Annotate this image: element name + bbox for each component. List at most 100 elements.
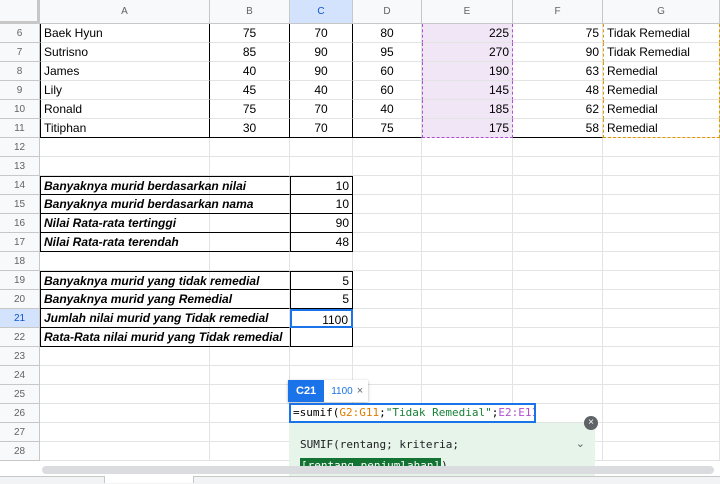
row-header-11[interactable]: 11 (0, 119, 40, 138)
remedial-status-cell[interactable]: Tidak Remedial (603, 43, 720, 62)
row-header-28[interactable]: 28 (0, 442, 40, 461)
grid-cell[interactable] (513, 195, 603, 214)
grid-cell[interactable] (422, 252, 513, 271)
horizontal-scrollbar[interactable] (42, 466, 714, 474)
summary-label-cell[interactable]: Banyaknya murid yang Remedial (40, 290, 290, 309)
summary-label-cell[interactable]: Jumlah nilai murid yang Tidak remedial (40, 309, 290, 328)
score-cell[interactable]: 70 (290, 119, 353, 138)
remedial-status-cell[interactable]: Remedial (603, 100, 720, 119)
average-score-cell[interactable]: 48 (513, 81, 603, 100)
row-header-9[interactable]: 9 (0, 81, 40, 100)
grid-cell[interactable] (353, 309, 422, 328)
column-header-d[interactable]: D (353, 0, 422, 24)
grid-cell[interactable] (603, 271, 720, 290)
grid-cell[interactable] (513, 157, 603, 176)
grid-cell[interactable] (40, 347, 210, 366)
grid-cell[interactable] (353, 195, 422, 214)
grid-cell[interactable] (210, 442, 290, 461)
average-score-cell[interactable]: 62 (513, 100, 603, 119)
column-header-g[interactable]: G (603, 0, 720, 24)
total-score-cell[interactable]: 190 (422, 62, 513, 81)
grid-cell[interactable] (40, 442, 210, 461)
row-header-19[interactable]: 19 (0, 271, 40, 290)
grid-cell[interactable] (353, 290, 422, 309)
summary-value-cell[interactable]: 10 (290, 195, 353, 214)
column-header-e[interactable]: E (422, 0, 513, 24)
row-header-7[interactable]: 7 (0, 43, 40, 62)
score-cell[interactable]: 60 (353, 81, 422, 100)
remedial-status-cell[interactable]: Remedial (603, 119, 720, 138)
score-cell[interactable]: 60 (353, 62, 422, 81)
grid-cell[interactable] (422, 138, 513, 157)
grid-cell[interactable] (40, 423, 210, 442)
summary-value-cell[interactable]: 48 (290, 233, 353, 252)
score-cell[interactable]: 75 (210, 100, 290, 119)
sheet-tab[interactable] (104, 476, 194, 483)
summary-value-cell[interactable]: 10 (290, 176, 353, 195)
summary-value-cell[interactable]: 90 (290, 214, 353, 233)
grid-cell[interactable] (210, 404, 290, 423)
column-header-f[interactable]: F (513, 0, 603, 24)
grid-cell[interactable] (603, 252, 720, 271)
grid-cell[interactable] (603, 385, 720, 404)
score-cell[interactable]: 45 (210, 81, 290, 100)
grid-cell[interactable] (210, 252, 290, 271)
grid-cell[interactable] (603, 442, 720, 461)
grid-cell[interactable] (353, 328, 422, 347)
grid-cell[interactable] (210, 138, 290, 157)
expand-chevron-icon[interactable]: ⌄ (576, 437, 585, 450)
grid-cell[interactable] (290, 157, 353, 176)
row-header-25[interactable]: 25 (0, 385, 40, 404)
grid-cell[interactable] (513, 271, 603, 290)
grid-cell[interactable] (353, 347, 422, 366)
average-score-cell[interactable]: 90 (513, 43, 603, 62)
row-header-10[interactable]: 10 (0, 100, 40, 119)
student-name-cell[interactable]: Lily (40, 81, 210, 100)
grid-cell[interactable] (513, 233, 603, 252)
summary-label-cell[interactable]: Rata-Rata nilai murid yang Tidak remedia… (40, 328, 290, 347)
row-header-24[interactable]: 24 (0, 366, 40, 385)
row-header-20[interactable]: 20 (0, 290, 40, 309)
score-cell[interactable]: 85 (210, 43, 290, 62)
active-cell-c21[interactable]: 1100 (290, 309, 353, 328)
score-cell[interactable]: 40 (353, 100, 422, 119)
average-score-cell[interactable]: 63 (513, 62, 603, 81)
grid-cell[interactable] (290, 347, 353, 366)
row-header-6[interactable]: 6 (0, 24, 40, 43)
summary-value-cell[interactable] (290, 328, 353, 347)
summary-label-cell[interactable]: Nilai Rata-rata tertinggi (40, 214, 290, 233)
row-header-18[interactable]: 18 (0, 252, 40, 271)
grid-cell[interactable] (603, 214, 720, 233)
grid-cell[interactable] (422, 366, 513, 385)
summary-label-cell[interactable]: Banyaknya murid berdasarkan nilai (40, 176, 290, 195)
grid-cell[interactable] (290, 138, 353, 157)
student-name-cell[interactable]: James (40, 62, 210, 81)
grid-cell[interactable] (422, 214, 513, 233)
grid-cell[interactable] (513, 385, 603, 404)
grid-cell[interactable] (353, 252, 422, 271)
row-header-16[interactable]: 16 (0, 214, 40, 233)
remedial-status-cell[interactable]: Tidak Remedial (603, 24, 720, 43)
total-score-cell[interactable]: 175 (422, 119, 513, 138)
total-score-cell[interactable]: 145 (422, 81, 513, 100)
grid-cell[interactable] (513, 214, 603, 233)
column-header-c[interactable]: C (290, 0, 353, 24)
row-header-17[interactable]: 17 (0, 233, 40, 252)
grid-cell[interactable] (353, 271, 422, 290)
grid-cell[interactable] (353, 138, 422, 157)
row-header-14[interactable]: 14 (0, 176, 40, 195)
student-name-cell[interactable]: Baek Hyun (40, 24, 210, 43)
grid-cell[interactable] (603, 176, 720, 195)
grid-cell[interactable] (603, 347, 720, 366)
grid-cell[interactable] (513, 309, 603, 328)
grid-cell[interactable] (513, 366, 603, 385)
average-score-cell[interactable]: 58 (513, 119, 603, 138)
grid-cell[interactable] (513, 347, 603, 366)
cell-reference-chip[interactable]: C21 1100 × (288, 380, 369, 402)
grid-cell[interactable] (603, 404, 720, 423)
score-cell[interactable]: 40 (210, 62, 290, 81)
row-header-8[interactable]: 8 (0, 62, 40, 81)
summary-label-cell[interactable]: Nilai Rata-rata terendah (40, 233, 290, 252)
score-cell[interactable]: 75 (353, 119, 422, 138)
formula-edit-box[interactable]: =sumif(G2:G11;"Tidak Remedial";E2:E11) (289, 403, 536, 423)
